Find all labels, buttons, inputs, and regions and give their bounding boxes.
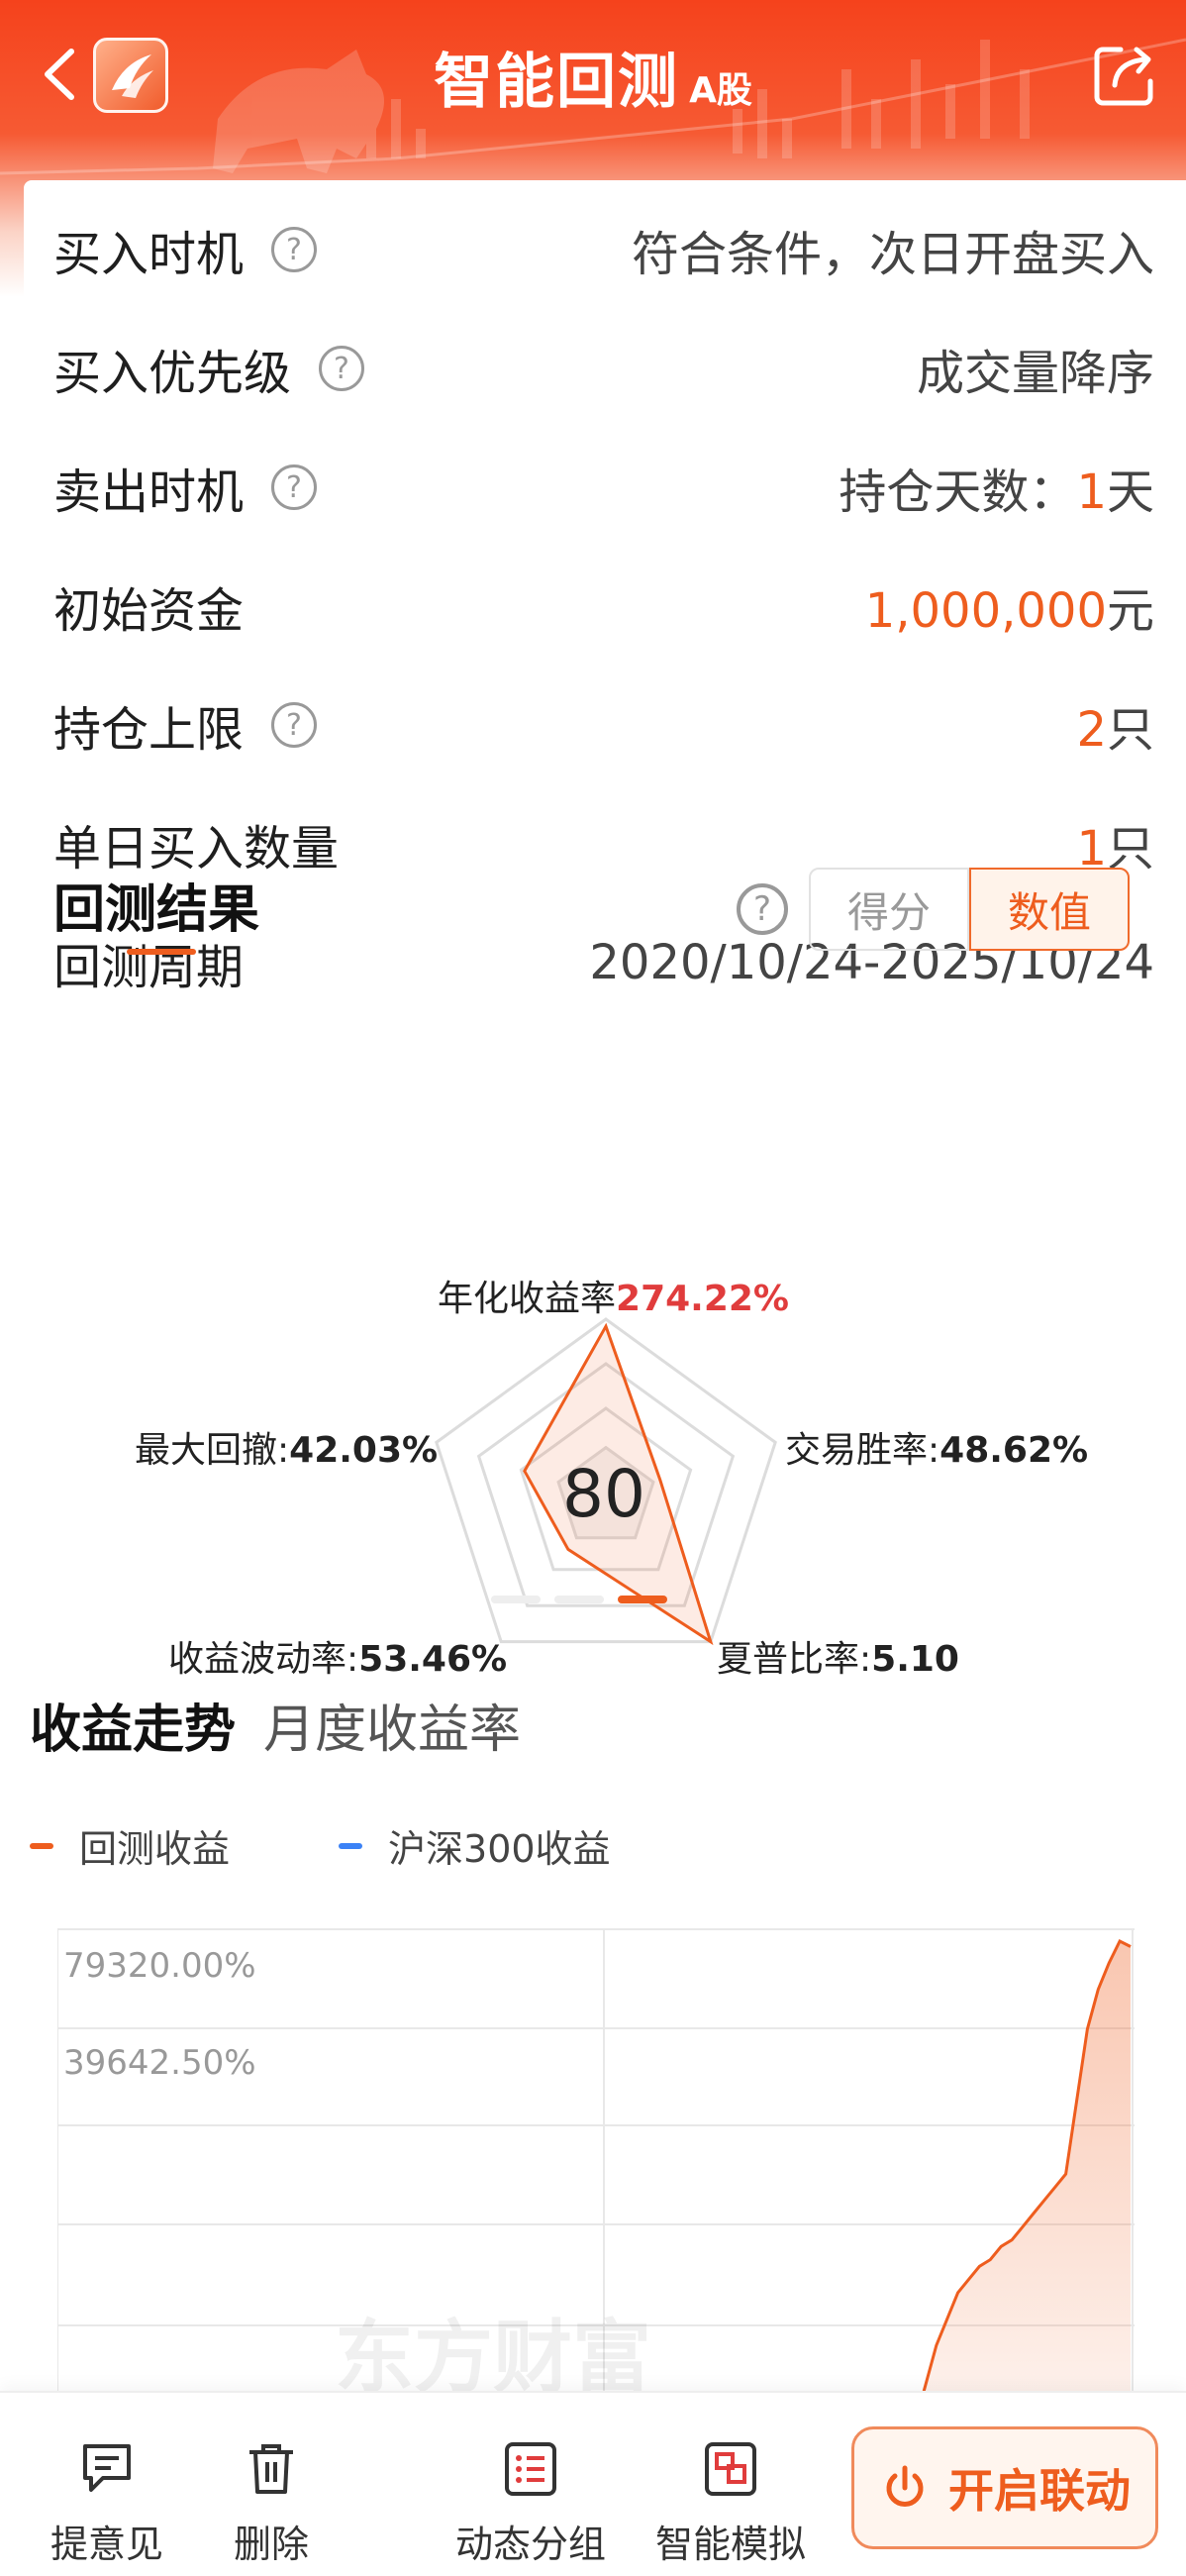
result-title-underline bbox=[127, 949, 196, 955]
chart-legend: 回测收益 沪深300收益 bbox=[30, 1818, 720, 1873]
setting-row-buy-priority[interactable]: 买入优先级? 成交量降序 bbox=[53, 329, 1154, 408]
toggle-value[interactable]: 数值 bbox=[969, 868, 1130, 951]
help-icon[interactable]: ? bbox=[271, 227, 318, 272]
setting-value: 1,000,000元 bbox=[864, 583, 1154, 639]
result-section-title: 回测结果 bbox=[53, 880, 260, 940]
delete-button[interactable]: 删除 bbox=[212, 2438, 331, 2568]
market-tag: A股 bbox=[689, 70, 752, 111]
toggle-score[interactable]: 得分 bbox=[809, 868, 969, 951]
radar-label-volatility: 收益波动率:53.46% bbox=[168, 1639, 508, 1680]
tab-monthly-return[interactable]: 月度收益率 bbox=[263, 1700, 521, 1760]
power-icon bbox=[886, 2465, 924, 2507]
pager-dot[interactable] bbox=[491, 1596, 541, 1603]
setting-value: 持仓天数：1天 bbox=[839, 464, 1154, 520]
y-tick-label: 79320.00% bbox=[63, 1946, 256, 1986]
setting-value: 2只 bbox=[1076, 702, 1154, 758]
enable-link-button[interactable]: 开启联动 bbox=[851, 2426, 1158, 2549]
setting-row-buy-timing[interactable]: 买入时机? 符合条件，次日开盘买入 bbox=[53, 210, 1154, 289]
pager-dot[interactable] bbox=[554, 1596, 604, 1603]
trend-tabs: 收益走势 月度收益率 bbox=[30, 1688, 521, 1762]
tab-return-trend[interactable]: 收益走势 bbox=[30, 1700, 236, 1760]
page-title-text: 智能回测 bbox=[434, 48, 680, 117]
setting-row-initial-capital[interactable]: 初始资金 1,000,000元 bbox=[53, 567, 1154, 646]
y-tick-label: 39642.50% bbox=[63, 2043, 256, 2083]
radar-score: 80 bbox=[562, 1456, 645, 1532]
smart-simulate-button[interactable]: 智能模拟 bbox=[642, 2438, 820, 2568]
legend-item-hs300: 沪深300收益 bbox=[339, 1818, 611, 1873]
carousel-pager bbox=[491, 1589, 681, 1607]
setting-row-sell-timing[interactable]: 卖出时机? 持仓天数：1天 bbox=[53, 448, 1154, 527]
pager-dot-active[interactable] bbox=[618, 1596, 667, 1603]
radar-label-annual-return: 年化收益率274.22% bbox=[438, 1279, 790, 1319]
help-icon[interactable]: ? bbox=[271, 464, 318, 510]
setting-value: 符合条件，次日开盘买入 bbox=[631, 227, 1154, 282]
dynamic-group-button[interactable]: 动态分组 bbox=[442, 2438, 620, 2568]
list-icon bbox=[505, 2442, 556, 2496]
simulate-icon bbox=[705, 2442, 756, 2496]
share-icon[interactable] bbox=[1091, 42, 1158, 109]
setting-label: 买入时机 bbox=[53, 227, 245, 282]
setting-label: 买入优先级 bbox=[53, 346, 292, 401]
trash-icon bbox=[249, 2444, 293, 2494]
setting-label: 持仓上限 bbox=[53, 702, 245, 758]
radar-label-sharpe: 夏普比率:5.10 bbox=[717, 1639, 959, 1680]
help-icon[interactable]: ? bbox=[271, 702, 318, 748]
legend-item-backtest: 回测收益 bbox=[30, 1818, 230, 1873]
help-icon[interactable]: ? bbox=[319, 346, 365, 391]
legend-swatch bbox=[30, 1842, 53, 1849]
radar-label-win-rate: 交易胜率:48.62% bbox=[785, 1430, 1089, 1471]
feedback-icon bbox=[83, 2444, 131, 2492]
setting-label: 卖出时机 bbox=[53, 464, 245, 520]
setting-row-position-limit[interactable]: 持仓上限? 2只 bbox=[53, 685, 1154, 765]
score-value-toggle: 得分 数值 bbox=[809, 868, 1132, 951]
bottom-toolbar: 提意见 删除 动态分组 智能模拟 开启联动 bbox=[0, 2391, 1186, 2576]
radar-label-max-drawdown: 最大回撤:42.03% bbox=[135, 1430, 439, 1471]
feedback-button[interactable]: 提意见 bbox=[48, 2438, 166, 2568]
return-trend-chart: 东方财富79320.00%39642.50% bbox=[57, 1909, 1135, 2405]
result-help-icon[interactable]: ? bbox=[737, 883, 788, 935]
page-title: 智能回测 A股 bbox=[0, 34, 1186, 120]
setting-label: 初始资金 bbox=[53, 583, 245, 639]
legend-swatch bbox=[339, 1842, 363, 1849]
setting-value: 成交量降序 bbox=[916, 346, 1154, 401]
